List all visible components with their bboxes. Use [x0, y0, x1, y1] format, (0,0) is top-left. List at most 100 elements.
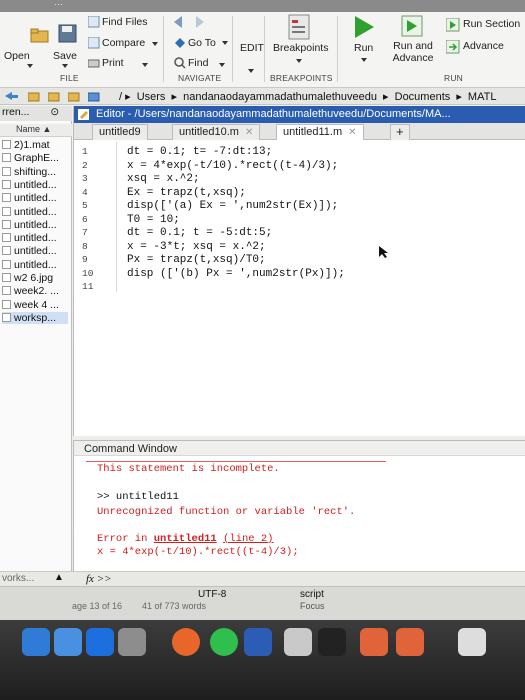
- line-number: 11: [82, 281, 94, 292]
- find-dropdown-caret[interactable]: [219, 63, 225, 67]
- whatsapp-icon[interactable]: [210, 628, 238, 656]
- panel-menu-icon[interactable]: ⊙: [50, 106, 59, 118]
- close-tab-icon[interactable]: ✕: [245, 127, 253, 138]
- file-list-item[interactable]: week2. ...: [2, 285, 59, 297]
- file-list-item[interactable]: week 4 ...: [2, 299, 59, 311]
- back-forward-icon[interactable]: [172, 15, 206, 29]
- tab-untitled10[interactable]: untitled10.m ✕: [172, 124, 261, 140]
- open-folder-icon[interactable]: [30, 26, 50, 44]
- name-column-header[interactable]: Name ▲: [0, 124, 72, 137]
- print-dropdown-caret[interactable]: [142, 63, 148, 67]
- line-number: 6: [82, 213, 88, 225]
- file-list-item[interactable]: untitled...: [2, 245, 57, 257]
- find-files-icon: [88, 16, 100, 28]
- command-window[interactable]: Command Window This statement is incompl…: [73, 440, 525, 571]
- breadcrumb-user-folder[interactable]: nandanaodayammadathumalethuveedu: [183, 91, 377, 103]
- breakpoints-icon[interactable]: [288, 14, 310, 40]
- edit-menu-button[interactable]: EDIT: [240, 42, 264, 54]
- incomplete-statement-message: This statement is incomplete.: [97, 463, 280, 475]
- expand-caret-icon[interactable]: ▲: [54, 572, 64, 583]
- finder-app-icon[interactable]: [22, 628, 50, 656]
- open-dropdown-caret[interactable]: [27, 64, 33, 68]
- file-list-item[interactable]: untitled...: [2, 232, 57, 244]
- folder-root-icon: [88, 92, 100, 102]
- code-line[interactable]: xsq = x.^2;: [127, 173, 200, 185]
- folder-icon[interactable]: [68, 91, 80, 102]
- error-file-link[interactable]: untitled11: [154, 533, 217, 545]
- code-line[interactable]: dt = 0.1; t= -7:dt:13;: [127, 146, 272, 158]
- breadcrumb-matlab[interactable]: MATL: [468, 91, 497, 103]
- goto-button[interactable]: Go To: [188, 37, 216, 49]
- folder-browse-icon[interactable]: [48, 91, 60, 102]
- file-icon: [2, 206, 11, 216]
- mouse-cursor-icon: [379, 246, 388, 258]
- code-line[interactable]: Ex = trapz(t,xsq);: [127, 187, 246, 199]
- breadcrumb-users[interactable]: Users: [137, 91, 166, 103]
- code-line[interactable]: dt = 0.1; t = -5:dt:5;: [127, 227, 272, 239]
- file-list-item[interactable]: untitled...: [2, 259, 57, 271]
- file-list-item[interactable]: worksp...: [2, 311, 68, 324]
- run-button[interactable]: Run: [354, 42, 373, 54]
- advance-button[interactable]: Advance: [463, 40, 504, 52]
- error-line-link[interactable]: (line 2): [223, 533, 273, 545]
- goto-dropdown-caret[interactable]: [222, 41, 228, 45]
- downloads-stack-icon[interactable]: [458, 628, 486, 656]
- open-button[interactable]: Open: [4, 50, 30, 62]
- firefox-icon[interactable]: [172, 628, 200, 656]
- file-list-item[interactable]: untitled...: [2, 192, 57, 204]
- file-list-item[interactable]: untitled...: [2, 206, 57, 218]
- file-list-item[interactable]: untitled...: [2, 219, 57, 231]
- file-list-item[interactable]: 2)1.mat: [2, 139, 50, 151]
- code-line[interactable]: disp(['(a) Ex = ',num2str(Ex)]);: [127, 200, 338, 212]
- launchpad-icon[interactable]: [86, 628, 114, 656]
- matlab-icon[interactable]: [396, 628, 424, 656]
- word-app-icon[interactable]: [244, 628, 272, 656]
- workspace-tab[interactable]: vorks...: [2, 573, 34, 584]
- back-arrow-icon[interactable]: [4, 91, 20, 102]
- folder-up-icon[interactable]: [28, 91, 40, 102]
- code-line[interactable]: x = 4*exp(-t/10).*rect((t-4)/3);: [127, 160, 338, 172]
- page-count: age 13 of 16: [72, 601, 123, 611]
- file-icon: [2, 312, 11, 322]
- run-advance-icon[interactable]: [401, 15, 423, 37]
- tab-untitled9[interactable]: untitled9: [92, 124, 148, 140]
- code-line[interactable]: T0 = 10;: [127, 214, 180, 226]
- preview-app-icon[interactable]: [284, 628, 312, 656]
- breadcrumb-documents[interactable]: Documents: [395, 91, 451, 103]
- command-window-title: Command Window: [74, 441, 525, 456]
- tab-untitled11[interactable]: untitled11.m ✕: [276, 124, 364, 140]
- compare-button[interactable]: Compare: [102, 37, 145, 49]
- file-list-item[interactable]: shifting...: [2, 166, 56, 178]
- edit-dropdown-caret[interactable]: [248, 69, 254, 73]
- print-button[interactable]: Print: [102, 57, 124, 69]
- file-icon: [2, 193, 11, 203]
- system-preferences-icon[interactable]: [118, 628, 146, 656]
- save-label: Save: [53, 50, 77, 62]
- compare-dropdown-caret[interactable]: [152, 42, 158, 46]
- editor-panel: Editor - /Users/nandanaodayammadathumale…: [73, 106, 525, 436]
- save-button[interactable]: Save: [53, 50, 77, 62]
- command-prompt-bar[interactable]: vorks... ▲ fx >>: [0, 571, 525, 586]
- run-and-advance-button[interactable]: Run and Advance: [391, 40, 435, 64]
- save-dropdown-caret[interactable]: [62, 64, 68, 68]
- breakpoints-button[interactable]: Breakpoints: [273, 42, 328, 54]
- code-line[interactable]: Px = trapz(t,xsq)/T0;: [127, 254, 266, 266]
- app-store-icon[interactable]: [54, 628, 82, 656]
- run-section-button[interactable]: Run Section: [463, 18, 520, 30]
- find-button[interactable]: Find: [188, 57, 208, 69]
- file-list-item[interactable]: untitled...: [2, 179, 57, 191]
- matlab-icon[interactable]: [360, 628, 388, 656]
- breakpoints-dropdown-caret[interactable]: [296, 59, 302, 63]
- run-dropdown-caret[interactable]: [361, 58, 367, 62]
- run-play-icon[interactable]: [352, 15, 376, 39]
- close-tab-icon[interactable]: ✕: [348, 127, 356, 138]
- code-line[interactable]: x = -3*t; xsq = x.^2;: [127, 241, 266, 253]
- new-tab-button[interactable]: +: [390, 124, 410, 140]
- focus-label[interactable]: Focus: [300, 601, 325, 611]
- save-icon[interactable]: [58, 24, 78, 44]
- find-files-button[interactable]: Find Files: [102, 16, 148, 28]
- file-list-item[interactable]: GraphE...: [2, 152, 59, 164]
- code-line[interactable]: disp (['(b) Px = ',num2str(Px)]);: [127, 268, 345, 280]
- terminal-icon[interactable]: [318, 628, 346, 656]
- file-list-item[interactable]: w2 6.jpg: [2, 272, 53, 284]
